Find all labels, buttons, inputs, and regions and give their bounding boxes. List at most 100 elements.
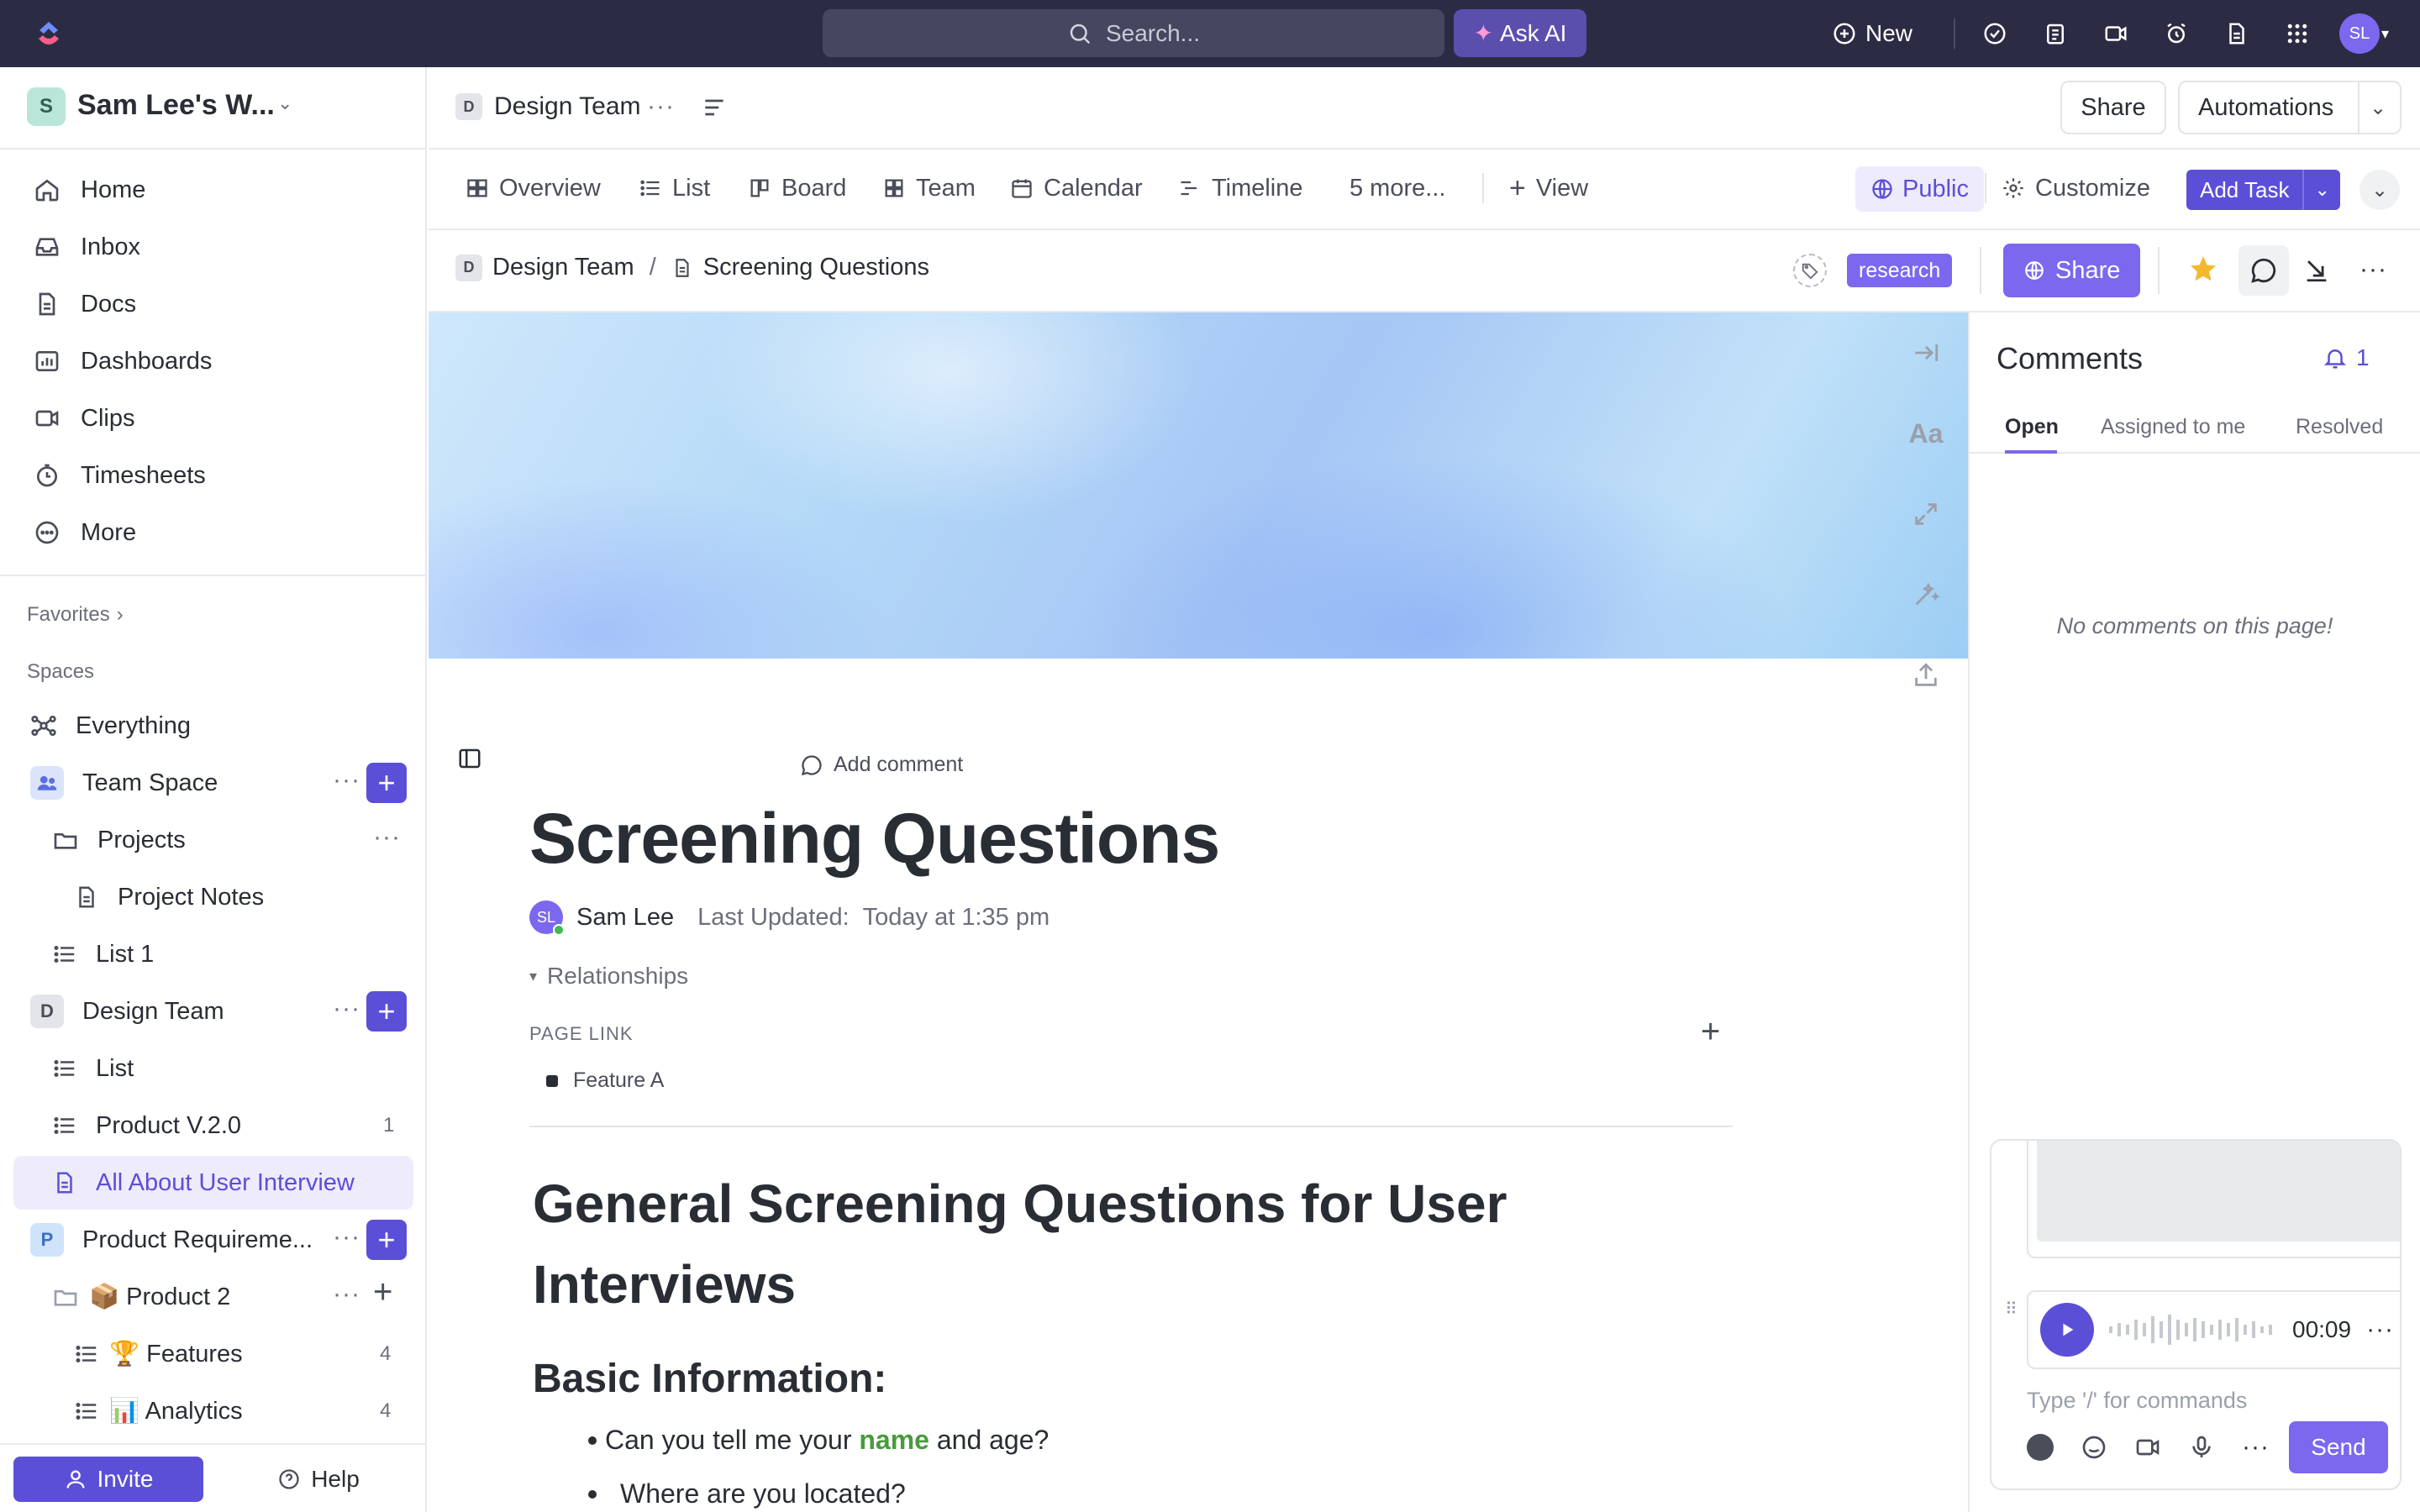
ask-ai-button[interactable]: ✦ Ask AI: [1454, 9, 1586, 57]
automations-button[interactable]: Automations: [2178, 81, 2402, 134]
collapse-chevron-icon[interactable]: ⌄: [2360, 170, 2400, 210]
team-space-add-button[interactable]: +: [366, 763, 407, 803]
favorites-header[interactable]: Favorites ›: [27, 603, 124, 627]
tree-analytics[interactable]: 📊 Analytics: [74, 1386, 243, 1436]
tree-design-team[interactable]: D Design Team: [30, 986, 224, 1037]
tree-product-requirements[interactable]: P Product Requireme...: [30, 1215, 313, 1265]
tab-overview[interactable]: Overview: [466, 163, 601, 213]
breadcrumb-page[interactable]: Screening Questions: [703, 254, 929, 281]
product-requirements-more-icon[interactable]: ···: [333, 1223, 360, 1252]
space-more-icon[interactable]: ···: [647, 92, 675, 121]
product-requirements-add-button[interactable]: +: [366, 1220, 407, 1260]
tree-features[interactable]: 🏆 Features: [74, 1329, 243, 1379]
notifications-button[interactable]: 1: [2323, 344, 2370, 371]
global-search[interactable]: Search...: [823, 9, 1444, 57]
nav-docs[interactable]: Docs: [25, 279, 412, 329]
check-circle-icon[interactable]: [1978, 17, 2012, 50]
workspace-badge[interactable]: S: [27, 87, 66, 126]
design-team-more-icon[interactable]: ···: [333, 995, 360, 1023]
doc-more-icon[interactable]: ···: [2360, 255, 2387, 284]
bullet-item[interactable]: Where are you located?: [588, 1478, 906, 1509]
chevron-down-icon[interactable]: ⌄: [2304, 179, 2339, 201]
author-avatar[interactable]: SL: [529, 900, 565, 936]
nav-clips[interactable]: Clips: [25, 393, 412, 444]
add-comment-button[interactable]: Add comment: [800, 753, 963, 777]
nav-more[interactable]: More: [25, 507, 412, 558]
document-icon[interactable]: [2220, 17, 2254, 50]
font-size-icon[interactable]: Aa: [1907, 415, 1944, 452]
design-team-add-button[interactable]: +: [366, 991, 407, 1032]
tab-list[interactable]: List: [639, 163, 710, 213]
nav-inbox[interactable]: Inbox: [25, 222, 412, 272]
play-button[interactable]: [2040, 1303, 2094, 1357]
tree-all-about-user-interview[interactable]: All About User Interview: [13, 1156, 413, 1210]
page-link-item[interactable]: Feature A: [546, 1068, 664, 1093]
tag-icon[interactable]: [1793, 254, 1827, 287]
drag-handle-icon[interactable]: ⠿: [2005, 1299, 2018, 1320]
export-icon[interactable]: [1907, 657, 1944, 694]
new-button[interactable]: New: [1832, 12, 1912, 55]
help-button[interactable]: Help: [224, 1457, 413, 1502]
magic-wand-icon[interactable]: [1907, 576, 1944, 613]
comments-tab-assigned[interactable]: Assigned to me: [2101, 415, 2245, 439]
chevron-down-icon[interactable]: ⌄: [2370, 96, 2386, 120]
microphone-icon[interactable]: [2188, 1434, 2215, 1461]
tree-product-2[interactable]: 📦 Product 2: [52, 1272, 230, 1322]
video-thumbnail[interactable]: [2037, 1141, 2400, 1242]
tree-list[interactable]: List: [52, 1043, 134, 1094]
tree-list-1[interactable]: List 1: [52, 929, 154, 979]
page-title[interactable]: Screening Questions: [529, 798, 1220, 879]
customize-button[interactable]: Customize: [2002, 163, 2150, 213]
bullet-item[interactable]: Can you tell me your name and age?: [588, 1425, 1049, 1456]
heading-2[interactable]: Basic Information:: [533, 1356, 886, 1402]
space-title[interactable]: D Design Team: [455, 92, 641, 121]
audio-more-icon[interactable]: ···: [2366, 1315, 2394, 1344]
comment-toggle-icon[interactable]: [2238, 245, 2289, 296]
product-2-add-icon[interactable]: +: [373, 1273, 392, 1311]
collapse-right-icon[interactable]: [1907, 334, 1944, 371]
tab-board[interactable]: Board: [748, 163, 846, 213]
tab-timeline[interactable]: Timeline: [1178, 163, 1303, 213]
add-task-button[interactable]: Add Task ⌄: [2186, 170, 2340, 210]
notepad-icon[interactable]: [2039, 17, 2072, 50]
nav-dashboards[interactable]: Dashboards: [25, 336, 412, 386]
comments-tab-open[interactable]: Open: [2005, 415, 2059, 439]
sidebar-toggle-icon[interactable]: [457, 746, 482, 771]
team-space-more-icon[interactable]: ···: [333, 766, 360, 795]
nav-timesheets[interactable]: Timesheets: [25, 450, 412, 501]
composer-more-icon[interactable]: ···: [2242, 1433, 2270, 1462]
alarm-clock-icon[interactable]: [2160, 17, 2193, 50]
user-avatar[interactable]: SL: [2339, 13, 2380, 54]
add-page-link-icon[interactable]: +: [1701, 1013, 1720, 1051]
heading-1-line[interactable]: Interviews: [533, 1253, 796, 1315]
tree-team-space[interactable]: Team Space: [30, 758, 218, 808]
comments-tab-resolved[interactable]: Resolved: [2296, 415, 2383, 439]
invite-button[interactable]: Invite: [13, 1457, 203, 1502]
chevron-down-icon[interactable]: ⌄: [277, 92, 292, 114]
video-icon[interactable]: [2099, 17, 2133, 50]
relationships-toggle[interactable]: ▾ Relationships: [529, 963, 688, 990]
projects-more-icon[interactable]: ···: [373, 823, 401, 852]
emoji-icon[interactable]: [2081, 1434, 2107, 1461]
tab-more-views[interactable]: 5 more...: [1349, 163, 1445, 213]
star-icon[interactable]: [2188, 254, 2218, 284]
breadcrumb-space[interactable]: Design Team: [492, 254, 634, 281]
tab-team[interactable]: Team: [882, 163, 976, 213]
tag-research[interactable]: research: [1847, 254, 1953, 287]
tree-everything[interactable]: Everything: [30, 701, 191, 751]
author-name[interactable]: Sam Lee: [576, 904, 674, 932]
apps-grid-icon[interactable]: [2281, 17, 2314, 50]
expand-arrows-icon[interactable]: [1907, 496, 1944, 533]
align-left-icon[interactable]: [701, 94, 728, 121]
mention-avatar-icon[interactable]: [2027, 1434, 2054, 1461]
product-2-more-icon[interactable]: ···: [333, 1280, 360, 1309]
clickup-logo-icon[interactable]: [32, 17, 66, 50]
minimize-arrow-icon[interactable]: [2302, 255, 2331, 284]
tab-calendar[interactable]: Calendar: [1010, 163, 1143, 213]
doc-share-button[interactable]: Share: [2003, 244, 2141, 297]
tree-project-notes[interactable]: Project Notes: [74, 872, 264, 922]
heading-1-line[interactable]: General Screening Questions for User: [533, 1173, 1507, 1235]
nav-home[interactable]: Home: [25, 165, 412, 215]
add-view-button[interactable]: + View: [1509, 163, 1588, 213]
comment-input[interactable]: Type '/' for commands: [2027, 1388, 2247, 1414]
